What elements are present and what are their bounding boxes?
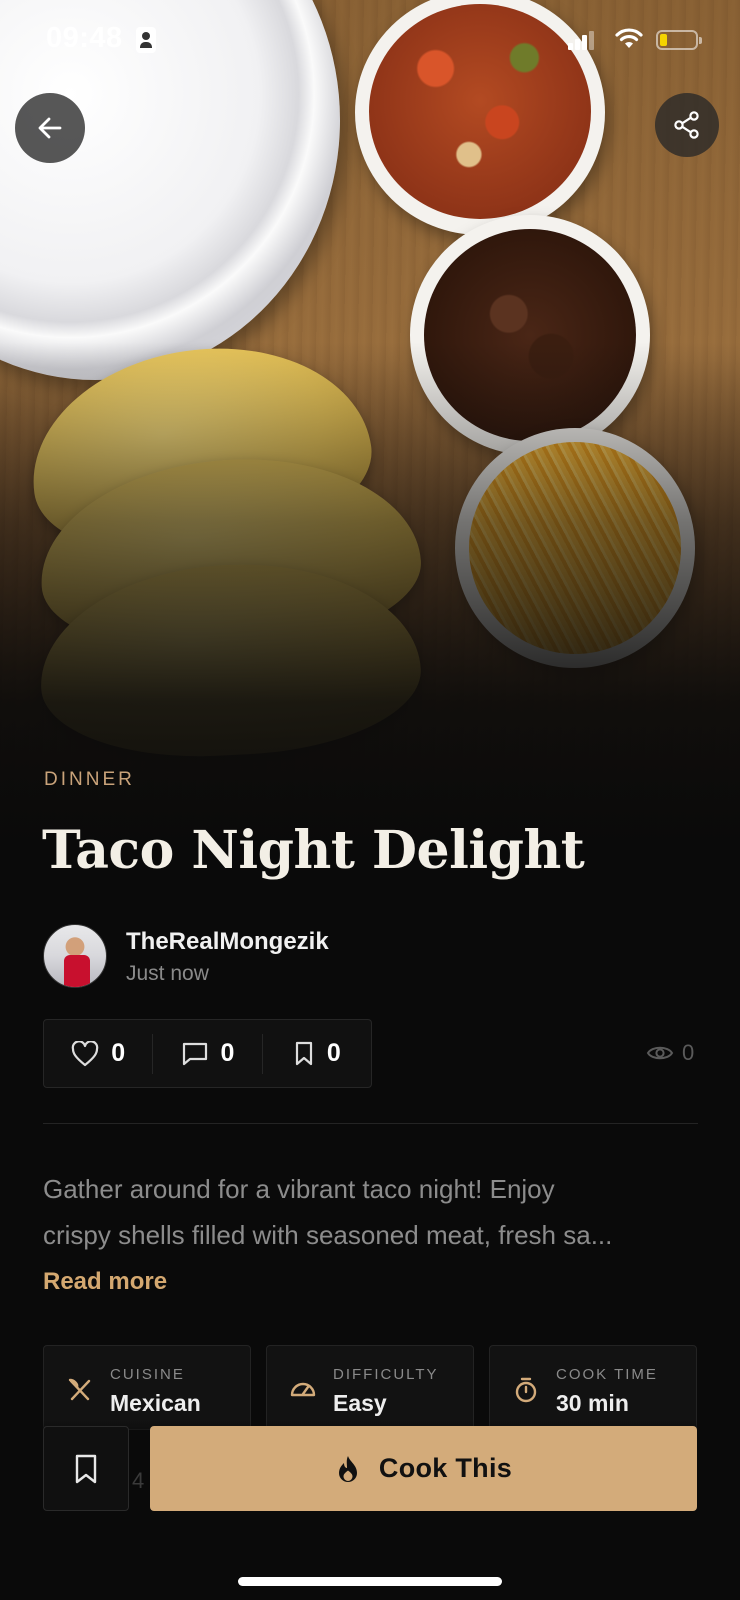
views-count: 0: [682, 1040, 695, 1065]
battery-level: [660, 34, 667, 46]
cook-time-card: COOK TIME 30 min: [489, 1345, 697, 1430]
utensils-icon: [68, 1378, 91, 1401]
author-name[interactable]: TheRealMongezik: [126, 928, 329, 956]
cook-this-button[interactable]: Cook This: [150, 1426, 697, 1511]
recipe-title: Taco Night Delight: [42, 820, 585, 881]
battery-icon: [656, 30, 702, 50]
stopwatch-icon: [515, 1377, 537, 1403]
hero-image: [0, 0, 740, 900]
arrow-left-icon: [38, 117, 62, 139]
bookmark-icon: [75, 1454, 97, 1483]
recipe-info-row: CUISINE Mexican DIFFICULTY Easy COOK TIM…: [43, 1345, 698, 1430]
engagement-stats: 0 0 0: [43, 1019, 372, 1088]
hero-gradient-overlay: [0, 0, 740, 900]
info-label: COOK TIME: [556, 1366, 658, 1383]
gauge-icon: [290, 1382, 316, 1397]
share-button[interactable]: [655, 93, 719, 157]
eye-icon: [646, 1046, 674, 1060]
author-row[interactable]: TheRealMongezik Just now: [43, 924, 643, 990]
bookmark-count: 0: [326, 1039, 341, 1067]
recipe-category: DINNER: [44, 769, 135, 790]
description-line: crispy shells filled with seasoned meat,…: [43, 1220, 613, 1250]
recipe-description: Gather around for a vibrant taco night! …: [43, 1166, 703, 1258]
cook-this-label: Cook This: [378, 1453, 513, 1483]
info-value: Mexican: [110, 1390, 201, 1416]
info-label: DIFFICULTY: [333, 1366, 439, 1383]
comment-icon: [182, 1042, 207, 1065]
comment-button[interactable]: 0: [152, 1033, 261, 1074]
bookmark-icon: [295, 1041, 312, 1065]
like-count: 0: [111, 1039, 126, 1067]
status-time: 09:48: [46, 22, 123, 54]
read-more-link[interactable]: Read more: [43, 1268, 167, 1296]
save-recipe-button[interactable]: [43, 1426, 129, 1511]
info-label: CUISINE: [110, 1366, 185, 1383]
home-indicator[interactable]: [238, 1577, 502, 1586]
signal-icon: [568, 30, 596, 50]
info-value: Easy: [333, 1390, 387, 1416]
back-button[interactable]: [15, 93, 85, 163]
divider: [43, 1123, 698, 1124]
cuisine-card: CUISINE Mexican: [43, 1345, 251, 1430]
info-value: 30 min: [556, 1390, 629, 1416]
post-time: Just now: [126, 962, 209, 985]
status-bar: 09:48: [0, 0, 740, 80]
wifi-icon: [615, 28, 643, 48]
like-button[interactable]: 0: [44, 1034, 152, 1074]
difficulty-card: DIFFICULTY Easy: [266, 1345, 474, 1430]
view-count: 0: [646, 1040, 694, 1066]
comment-count: 0: [220, 1039, 235, 1067]
contact-card-icon: [136, 27, 156, 53]
flame-icon: [338, 1455, 357, 1482]
avatar[interactable]: [43, 924, 107, 988]
description-line: Gather around for a vibrant taco night! …: [43, 1174, 555, 1204]
obscured-text: 4: [132, 1468, 145, 1493]
bookmark-button[interactable]: 0: [261, 1033, 371, 1074]
share-icon: [674, 111, 699, 139]
heart-icon: [71, 1040, 99, 1066]
